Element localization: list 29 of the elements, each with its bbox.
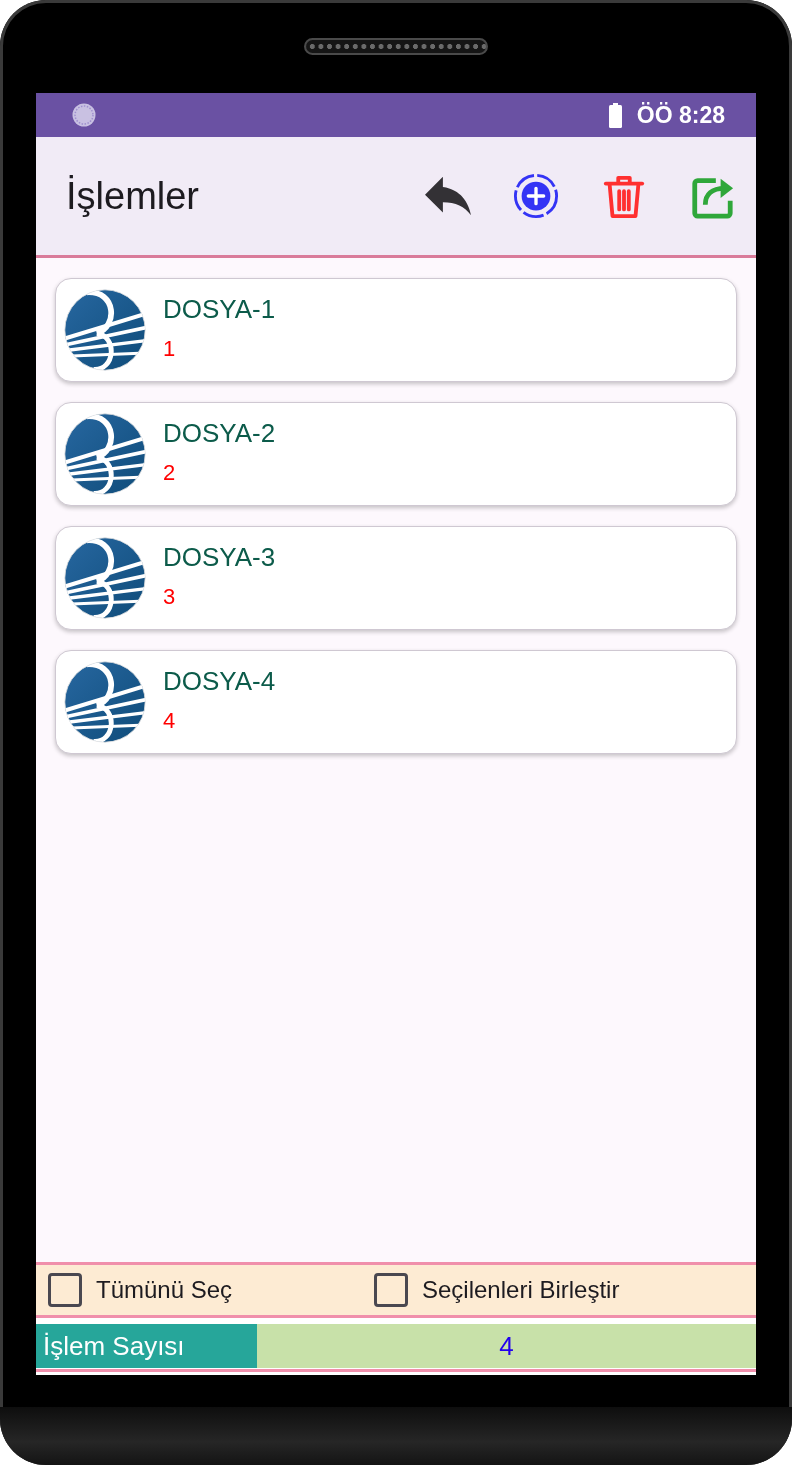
screen-title: İşlemler [66, 174, 200, 218]
file-card[interactable]: DOSYA-3 3 [55, 526, 737, 630]
logo-icon [64, 413, 146, 495]
status-circle-icon [72, 103, 96, 127]
file-title: DOSYA-2 [163, 418, 276, 448]
count-label: İşlem Sayısı [36, 1324, 257, 1368]
logo-icon [64, 537, 146, 619]
file-title: DOSYA-3 [163, 542, 276, 572]
logo-icon [64, 661, 146, 743]
add-button[interactable] [512, 172, 560, 220]
file-title: DOSYA-1 [163, 294, 276, 324]
file-card[interactable]: DOSYA-4 4 [55, 650, 737, 754]
checkbox[interactable] [374, 1273, 408, 1307]
count-value: 4 [257, 1324, 756, 1368]
status-time: ÖÖ 8:28 [636, 101, 725, 129]
add-icon [513, 173, 559, 219]
file-card[interactable]: DOSYA-2 2 [55, 402, 737, 506]
battery-icon [608, 102, 622, 128]
file-number: 2 [163, 460, 177, 486]
file-number: 1 [163, 336, 177, 362]
file-number: 3 [163, 584, 177, 610]
checkbox[interactable] [48, 1273, 82, 1307]
logo-icon [64, 289, 146, 371]
file-card[interactable]: DOSYA-1 1 [55, 278, 737, 382]
checkbox-label: Seçilenleri Birleştir [422, 1276, 620, 1304]
delete-icon [601, 173, 647, 219]
checkbox-label: Tümünü Seç [96, 1276, 233, 1304]
file-title: DOSYA-4 [163, 666, 276, 696]
file-number: 4 [163, 708, 177, 734]
